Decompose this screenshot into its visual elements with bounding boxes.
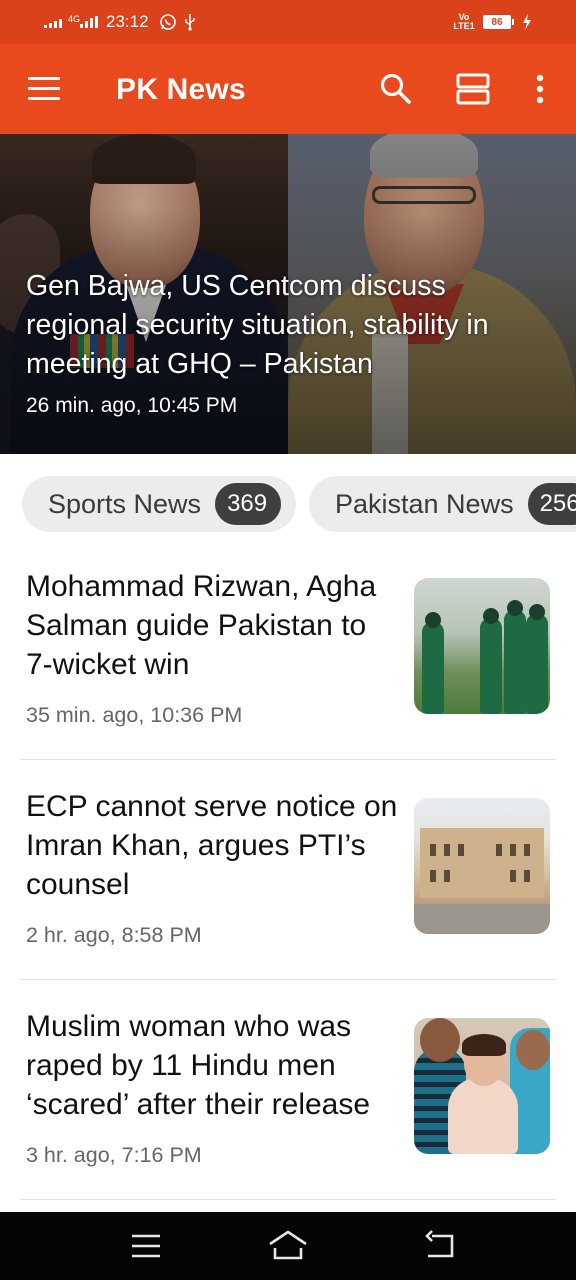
- list-item[interactable]: Mohammad Rizwan, Agha Salman guide Pakis…: [0, 540, 576, 760]
- featured-article[interactable]: Gen Bajwa, US Centcom discuss regional s…: [0, 134, 576, 454]
- chip-sports-news[interactable]: Sports News 369: [22, 476, 296, 532]
- signal-sim1-icon: [44, 16, 62, 28]
- chip-count: 369: [215, 483, 282, 525]
- chip-count: 256: [527, 483, 576, 525]
- list-item[interactable]: ECP cannot serve notice on Imran Khan, a…: [0, 760, 576, 980]
- recent-apps-button[interactable]: [126, 1228, 166, 1264]
- article-time: 35 min. ago, 10:36 PM: [26, 703, 243, 727]
- featured-text: Gen Bajwa, US Centcom discuss regional s…: [26, 267, 546, 418]
- menu-icon: [28, 77, 60, 80]
- usb-icon: [184, 14, 195, 31]
- featured-title: Gen Bajwa, US Centcom discuss regional s…: [26, 270, 489, 380]
- status-time: 23:12: [106, 12, 149, 31]
- article-time: 3 hr. ago, 7:16 PM: [26, 1143, 202, 1167]
- chip-label: Sports News: [48, 488, 202, 519]
- news-list: Mohammad Rizwan, Agha Salman guide Pakis…: [0, 540, 576, 1200]
- back-icon: [425, 1230, 454, 1258]
- article-title: Muslim woman who was raped by 11 Hindu m…: [26, 1010, 371, 1121]
- battery-level: 86: [483, 15, 511, 29]
- more-vert-icon: [536, 74, 544, 104]
- chip-label: Pakistan News: [335, 488, 514, 519]
- app-title: PK News: [116, 73, 246, 106]
- chip-pakistan-news[interactable]: Pakistan News 256: [309, 476, 576, 532]
- article-thumbnail: [414, 798, 550, 934]
- article-thumbnail: [414, 1018, 550, 1154]
- home-button[interactable]: [266, 1228, 307, 1264]
- battery-icon: 86: [483, 15, 514, 29]
- status-left: 4G 23:12: [44, 12, 197, 32]
- system-nav-bar: [0, 1212, 576, 1280]
- back-button[interactable]: [420, 1228, 460, 1264]
- article-title: Mohammad Rizwan, Agha Salman guide Pakis…: [26, 570, 377, 681]
- recent-apps-icon: [132, 1234, 160, 1258]
- layout-toggle-button[interactable]: [455, 71, 491, 107]
- article-thumbnail: [414, 578, 550, 714]
- charging-icon: [523, 14, 531, 30]
- featured-time: 26 min. ago, 10:45 PM: [26, 394, 238, 417]
- signal-sim2-icon: [80, 16, 99, 28]
- article-time: 2 hr. ago, 8:58 PM: [26, 923, 202, 947]
- search-button[interactable]: [378, 71, 414, 107]
- status-right: Vo LTE1 86: [453, 13, 532, 31]
- app-bar: PK News: [0, 44, 576, 134]
- network-type: 4G: [68, 13, 81, 24]
- volte-indicator: Vo LTE1: [453, 12, 475, 31]
- search-icon: [380, 73, 411, 104]
- menu-button[interactable]: [28, 77, 60, 101]
- list-item[interactable]: Muslim woman who was raped by 11 Hindu m…: [0, 980, 576, 1200]
- status-bar: 4G 23:12 Vo LTE1 86: [0, 0, 576, 44]
- more-options-button[interactable]: [524, 71, 556, 107]
- home-icon: [269, 1230, 307, 1260]
- category-chips: Sports News 369 Pakistan News 256: [0, 474, 576, 534]
- article-title: ECP cannot serve notice on Imran Khan, a…: [26, 790, 398, 901]
- layout-toggle-icon: [456, 73, 490, 105]
- whatsapp-icon: [159, 14, 176, 30]
